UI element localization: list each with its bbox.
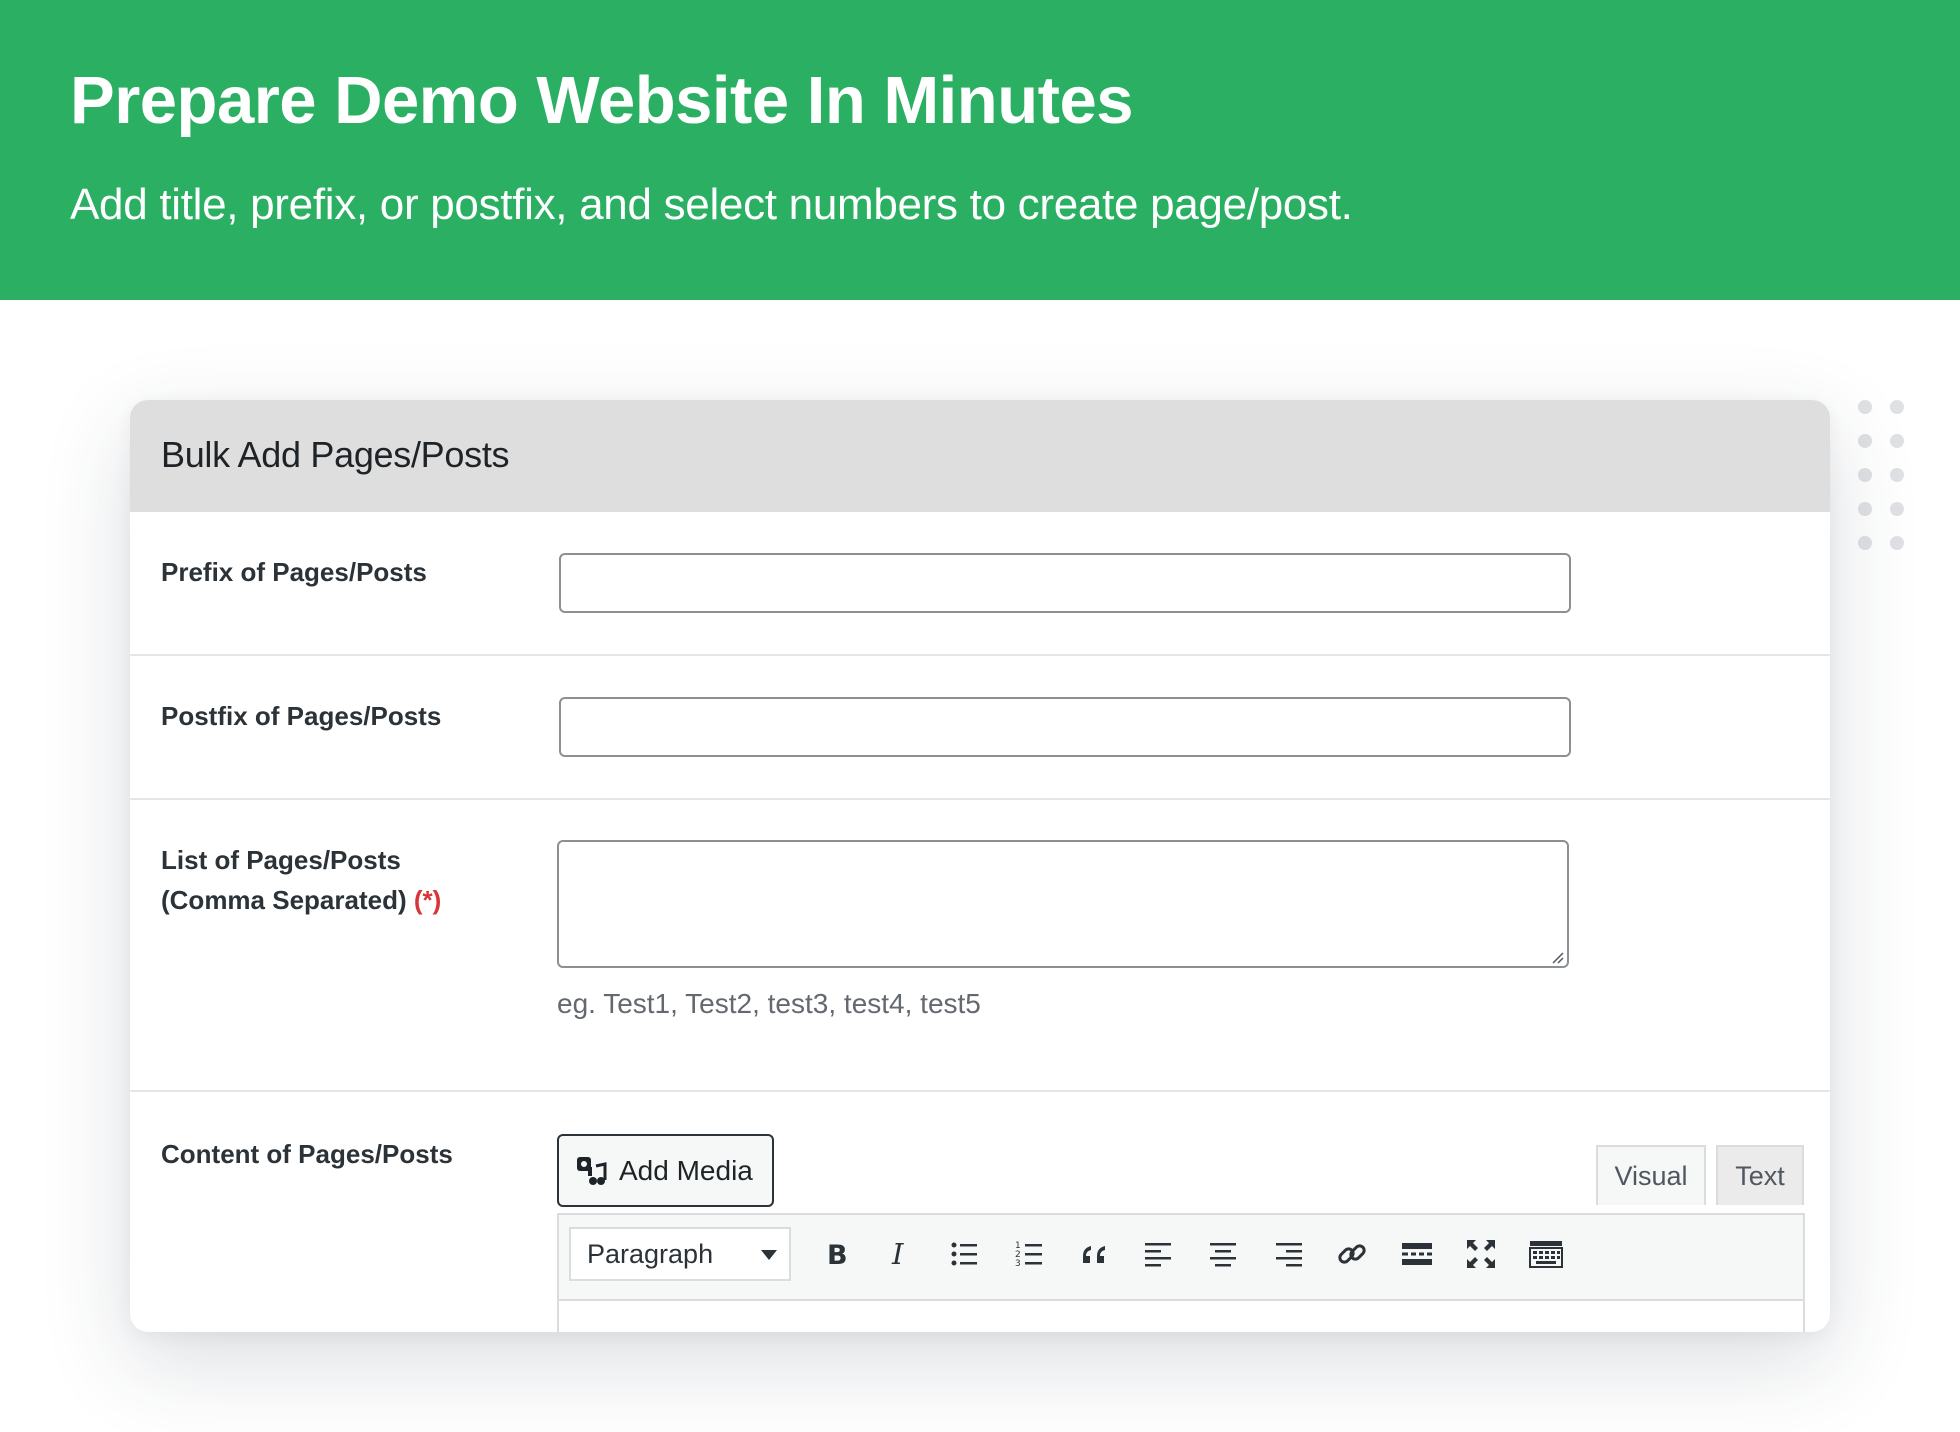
align-left-icon bbox=[1145, 1243, 1171, 1267]
align-left-button[interactable] bbox=[1134, 1229, 1184, 1279]
dot bbox=[1858, 536, 1872, 550]
dot bbox=[1890, 434, 1904, 448]
blockquote-icon bbox=[1083, 1246, 1105, 1263]
fullscreen-button[interactable] bbox=[1456, 1229, 1506, 1279]
banner-subtitle: Add title, prefix, or postfix, and selec… bbox=[70, 180, 1353, 229]
dot bbox=[1890, 468, 1904, 482]
bold-button[interactable]: B bbox=[811, 1229, 861, 1279]
link-button[interactable] bbox=[1327, 1229, 1377, 1279]
dot bbox=[1890, 536, 1904, 550]
format-select[interactable]: Paragraph bbox=[569, 1227, 791, 1281]
add-media-label: Add Media bbox=[619, 1154, 753, 1186]
align-right-button[interactable] bbox=[1263, 1229, 1313, 1279]
dot bbox=[1890, 502, 1904, 516]
blockquote-button[interactable] bbox=[1069, 1229, 1119, 1279]
banner-title: Prepare Demo Website In Minutes bbox=[70, 63, 1133, 138]
editor-toolbar: Paragraph B I 1 2 3 bbox=[557, 1213, 1805, 1301]
hero-banner: Prepare Demo Website In Minutes Add titl… bbox=[0, 0, 1960, 300]
svg-text:3: 3 bbox=[1015, 1259, 1021, 1269]
read-more-button[interactable] bbox=[1392, 1229, 1442, 1279]
chevron-down-icon bbox=[761, 1250, 777, 1260]
required-marker: (*) bbox=[413, 885, 442, 915]
format-select-value: Paragraph bbox=[587, 1238, 714, 1269]
dot bbox=[1858, 502, 1872, 516]
bold-icon: B bbox=[827, 1240, 848, 1271]
bullet-list-icon bbox=[951, 1242, 977, 1266]
postfix-row: Postfix of Pages/Posts bbox=[130, 656, 1830, 800]
list-hint: eg. Test1, Test2, test3, test4, test5 bbox=[557, 988, 981, 1019]
numbered-list-icon: 1 2 3 bbox=[1015, 1241, 1042, 1269]
tab-text[interactable]: Text bbox=[1716, 1145, 1804, 1205]
list-textarea[interactable] bbox=[557, 840, 1569, 968]
svg-text:B: B bbox=[827, 1240, 848, 1271]
editor-content-area[interactable] bbox=[557, 1301, 1805, 1332]
bulk-add-card: Bulk Add Pages/Posts Prefix of Pages/Pos… bbox=[130, 400, 1830, 1332]
dot bbox=[1858, 400, 1872, 414]
fullscreen-icon bbox=[1467, 1240, 1495, 1268]
bullet-list-button[interactable] bbox=[940, 1229, 990, 1279]
tab-visual[interactable]: Visual bbox=[1596, 1145, 1706, 1205]
prefix-row: Prefix of Pages/Posts bbox=[130, 512, 1830, 656]
prefix-label: Prefix of Pages/Posts bbox=[161, 557, 427, 587]
resize-grip-icon[interactable] bbox=[1550, 950, 1564, 964]
list-label: List of Pages/Posts (Comma Separated) (*… bbox=[161, 840, 441, 920]
align-center-button[interactable] bbox=[1198, 1229, 1248, 1279]
add-media-button[interactable]: Add Media bbox=[557, 1134, 774, 1207]
read-more-icon bbox=[1402, 1243, 1432, 1265]
list-row: List of Pages/Posts (Comma Separated) (*… bbox=[130, 800, 1830, 1092]
postfix-input[interactable] bbox=[559, 697, 1571, 757]
card-title: Bulk Add Pages/Posts bbox=[161, 434, 510, 475]
media-icon bbox=[577, 1156, 607, 1185]
link-icon bbox=[1338, 1244, 1366, 1264]
dot bbox=[1858, 434, 1872, 448]
align-right-icon bbox=[1276, 1243, 1302, 1267]
align-center-icon bbox=[1210, 1243, 1236, 1267]
decorative-dots bbox=[1858, 400, 1904, 550]
prefix-input[interactable] bbox=[559, 553, 1571, 613]
postfix-label: Postfix of Pages/Posts bbox=[161, 701, 442, 731]
list-label-line2: (Comma Separated) bbox=[161, 885, 407, 915]
svg-text:I: I bbox=[891, 1237, 904, 1271]
content-label: Content of Pages/Posts bbox=[161, 1139, 453, 1169]
content-row: Content of Pages/Posts Add Media Visual … bbox=[130, 1092, 1830, 1332]
numbered-list-button[interactable]: 1 2 3 bbox=[1005, 1229, 1055, 1279]
dot bbox=[1858, 468, 1872, 482]
italic-icon: I bbox=[891, 1237, 904, 1271]
dot bbox=[1890, 400, 1904, 414]
list-label-line1: List of Pages/Posts bbox=[161, 845, 401, 875]
toolbar-toggle-icon bbox=[1529, 1241, 1563, 1268]
italic-button[interactable]: I bbox=[875, 1229, 925, 1279]
card-header: Bulk Add Pages/Posts bbox=[130, 400, 1830, 512]
toolbar-toggle-button[interactable] bbox=[1521, 1229, 1571, 1279]
